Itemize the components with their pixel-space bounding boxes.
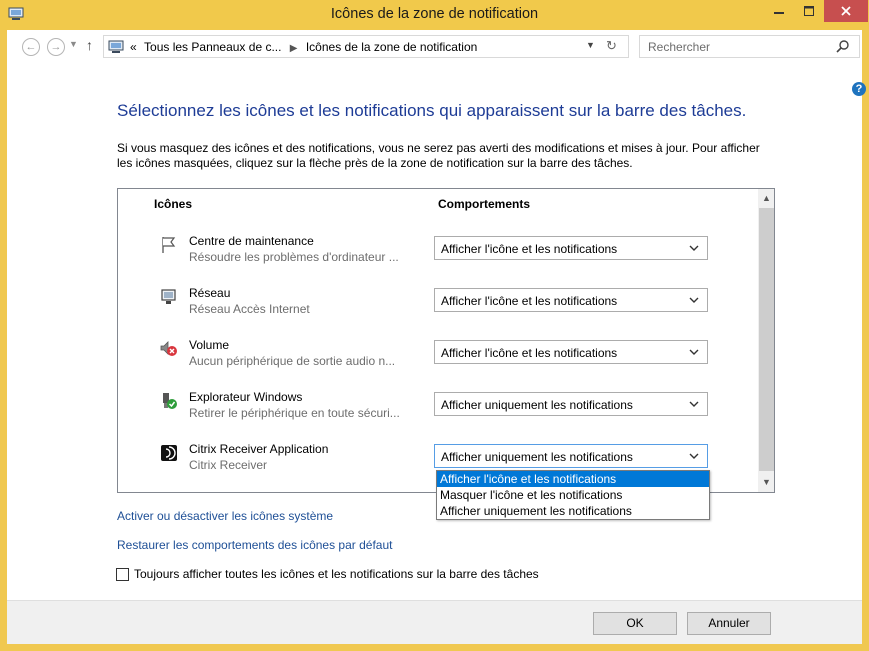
help-icon[interactable]: ? [852,82,866,96]
maximize-icon [804,6,814,16]
dialog-footer: OK Annuler [7,600,862,644]
forward-button[interactable]: → [47,38,65,56]
maximize-button[interactable] [795,0,823,22]
vertical-scrollbar[interactable]: ▲ ▼ [758,189,774,492]
chevron-down-icon [689,453,699,459]
behavior-select[interactable]: Afficher l'icône et les notifications [434,288,708,312]
list-item: Réseau Réseau Accès Internet Afficher l'… [118,286,758,336]
citrix-icon [161,445,177,461]
usb-safely-remove-icon [163,393,177,409]
behavior-select[interactable]: Afficher l'icône et les notifications [434,340,708,364]
scrollbar-thumb[interactable] [759,208,774,471]
always-show-all-label[interactable]: Toujours afficher toutes les icônes et l… [134,567,539,581]
item-name: Réseau [189,286,231,300]
refresh-icon[interactable]: ↻ [606,38,617,54]
behavior-select-value: Afficher l'icône et les notifications [441,242,618,256]
address-dropdown-icon[interactable]: ▼ [586,40,595,50]
page-description: Si vous masquez des icônes et des notifi… [117,141,760,170]
list-item: Explorateur Windows Retirer le périphéri… [118,390,758,440]
item-description: Aucun périphérique de sortie audio n... [189,354,396,368]
item-description: Retirer le périphérique en toute sécuri.… [189,406,400,420]
item-description: Résoudre les problèmes d'ordinateur ... [189,250,399,264]
search-placeholder: Rechercher [648,40,711,54]
dropdown-option[interactable]: Afficher l'icône et les notifications [437,471,709,487]
cancel-button[interactable]: Annuler [687,612,771,635]
behavior-select-value: Afficher l'icône et les notifications [441,294,618,308]
up-arrow-icon[interactable]: ↑ [86,37,93,53]
scroll-down-arrow-icon[interactable]: ▼ [762,477,771,487]
forward-arrow-icon: → [50,41,62,53]
flag-icon [162,237,176,253]
close-button[interactable] [824,0,868,22]
column-header-behaviors: Comportements [438,197,531,211]
item-name: Centre de maintenance [189,234,314,248]
path-box[interactable]: « Tous les Panneaux de c... ▶ Icônes de … [103,35,629,58]
breadcrumb-item[interactable]: Tous les Panneaux de c... [144,40,281,54]
ok-button[interactable]: OK [593,612,677,635]
breadcrumb-separator-icon[interactable]: ▶ [290,43,298,54]
breadcrumb-item[interactable]: Icônes de la zone de notification [306,40,477,54]
chevron-down-icon [689,401,699,407]
address-bar: ← → ▼ ↑ « Tous les Panneaux de c... ▶ Ic… [7,30,862,63]
list-item: Volume Aucun périphérique de sortie audi… [118,338,758,388]
behavior-select[interactable]: Afficher uniquement les notifications [434,444,708,468]
scroll-up-arrow-icon[interactable]: ▲ [762,193,771,203]
behavior-dropdown-list: Afficher l'icône et les notifications Ma… [436,470,710,520]
chevron-down-icon [689,349,699,355]
close-icon [841,6,851,16]
dropdown-option[interactable]: Masquer l'icône et les notifications [437,487,709,503]
item-name: Volume [189,338,230,352]
title-bar[interactable]: Icônes de la zone de notification [0,0,869,30]
list-item: Centre de maintenance Résoudre les probl… [118,234,758,284]
minimize-icon [774,12,784,14]
always-show-all-checkbox[interactable] [116,568,129,581]
breadcrumb: « Tous les Panneaux de c... ▶ Icônes de … [130,40,477,54]
system-icons-link[interactable]: Activer ou désactiver les icônes système [117,509,333,523]
page-title: Sélectionnez les icônes et les notificat… [117,101,747,120]
dropdown-option[interactable]: Afficher uniquement les notifications [437,503,709,519]
minimize-button[interactable] [765,0,793,22]
notification-icons-list: Icônes Comportements Centre de maintenan… [117,188,775,493]
search-box[interactable]: Rechercher [639,35,860,58]
item-name: Explorateur Windows [189,390,303,404]
volume-muted-icon [160,341,177,356]
back-arrow-icon: ← [25,41,37,53]
recent-locations-chevron-icon[interactable]: ▼ [69,39,78,49]
window: Icônes de la zone de notification ← → ▼ … [0,0,869,651]
item-description: Réseau Accès Internet [189,302,310,316]
column-header-icons: Icônes [154,197,193,211]
behavior-select-value: Afficher uniquement les notifications [441,450,633,464]
window-title: Icônes de la zone de notification [330,6,539,22]
item-description: Citrix Receiver [189,458,268,472]
item-name: Citrix Receiver Application [189,442,329,456]
control-panel-icon [108,40,124,53]
client-area: ← → ▼ ↑ « Tous les Panneaux de c... ▶ Ic… [7,30,866,644]
behavior-select-value: Afficher l'icône et les notifications [441,346,618,360]
behavior-select-value: Afficher uniquement les notifications [441,398,633,412]
restore-defaults-link[interactable]: Restaurer les comportements des icônes p… [117,538,392,552]
behavior-select[interactable]: Afficher uniquement les notifications [434,392,708,416]
chevron-down-icon [689,245,699,251]
behavior-select[interactable]: Afficher l'icône et les notifications [434,236,708,260]
network-icon [161,289,176,304]
breadcrumb-overflow[interactable]: « [130,40,137,54]
search-icon[interactable] [836,39,850,53]
chevron-down-icon [689,297,699,303]
back-button[interactable]: ← [22,38,40,56]
